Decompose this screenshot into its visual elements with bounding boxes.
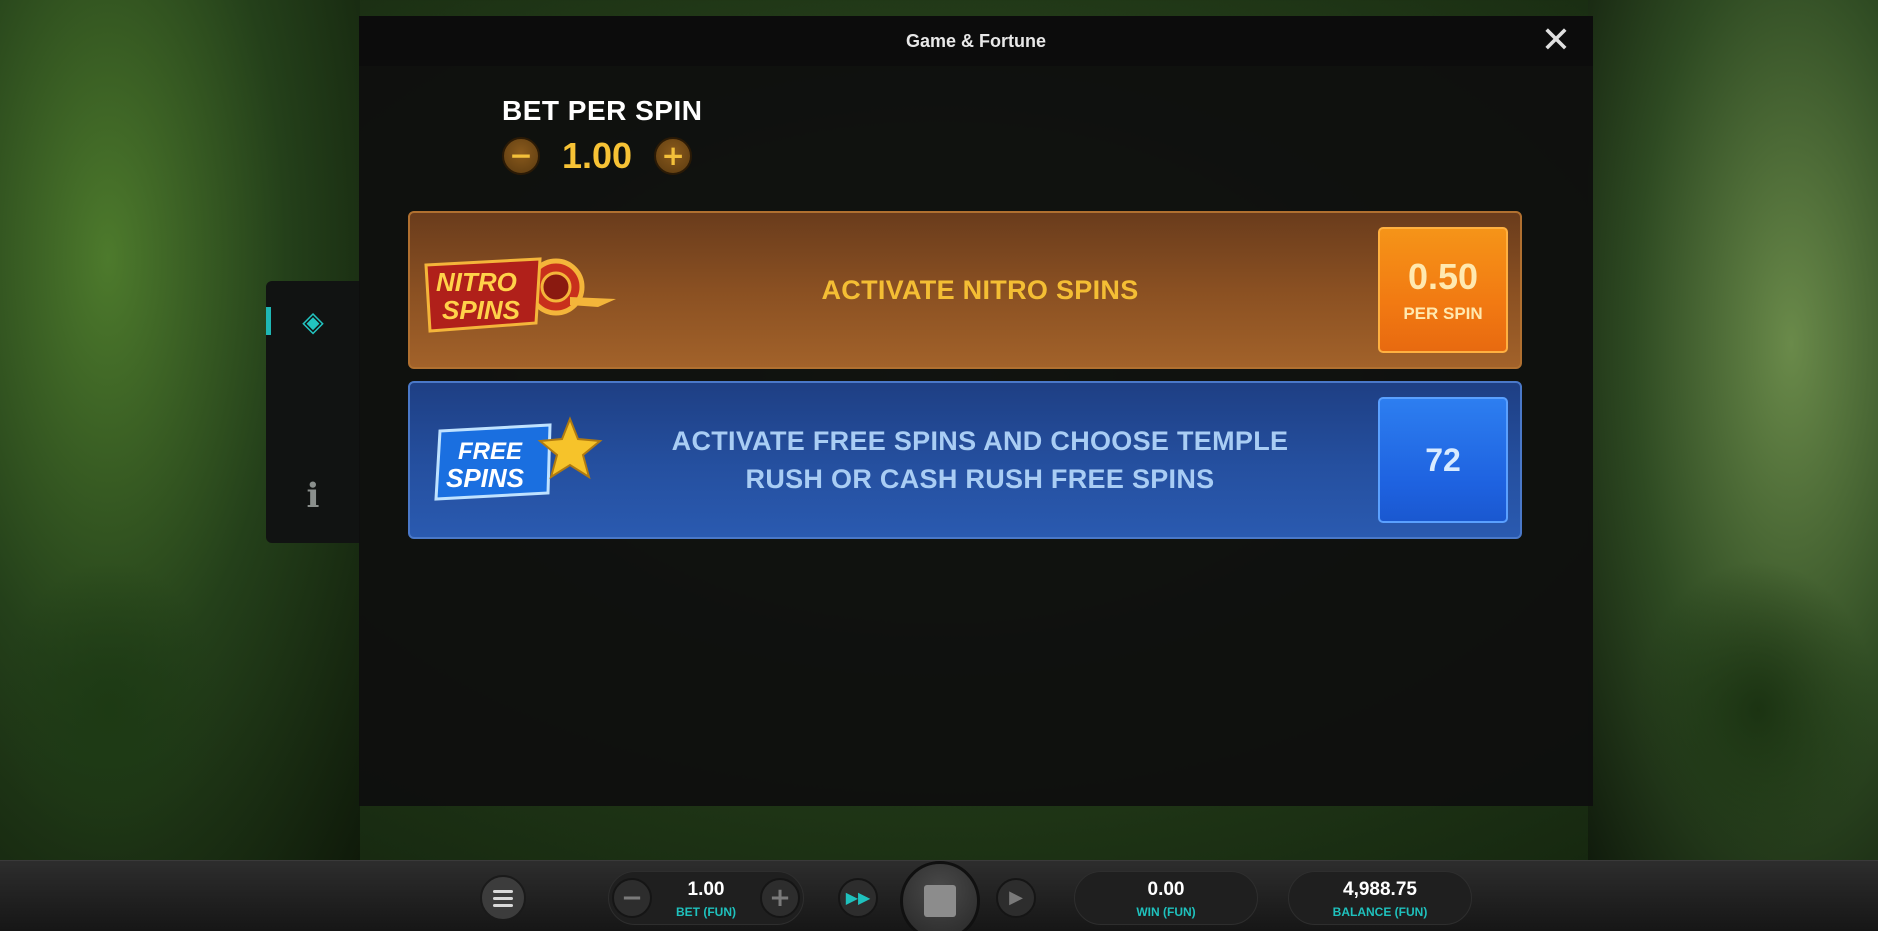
svg-text:SPINS: SPINS	[442, 295, 521, 325]
stop-icon	[924, 885, 956, 917]
svg-text:NITRO: NITRO	[436, 267, 517, 297]
svg-text:FREE: FREE	[458, 438, 523, 465]
balance-pill: 4,988.75 BALANCE (FUN)	[1288, 871, 1472, 925]
nitro-spins-logo: NITRO SPINS	[424, 257, 616, 333]
win-value: 0.00	[1147, 879, 1185, 900]
bet-stepper: − 1.00 +	[502, 134, 693, 178]
bet-per-spin-label: BET PER SPIN	[502, 95, 703, 126]
foliage-right	[1638, 560, 1878, 860]
balance-label: BALANCE (FUN)	[1332, 905, 1428, 919]
bottom-bet-decrease-button[interactable]: −	[612, 878, 652, 918]
menu-icon-line	[493, 903, 513, 907]
free-spins-text: ACTIVATE FREE SPINS AND CHOOSE TEMPLE RU…	[671, 426, 1289, 494]
bottom-bet-increase-button[interactable]: +	[760, 878, 800, 918]
modal-header: Game & Fortune ✕	[359, 16, 1593, 66]
menu-icon-line	[493, 896, 513, 900]
foliage-left	[0, 560, 220, 860]
balance-value: 4,988.75	[1343, 879, 1417, 900]
feature-buy-icon: ◈	[302, 304, 324, 338]
menu-icon-line	[493, 889, 513, 893]
info-icon: i	[306, 476, 320, 516]
nitro-spins-text: ACTIVATE NITRO SPINS	[821, 275, 1139, 305]
free-spins-logo: FREE SPINS	[434, 416, 603, 501]
free-spins-price: 72	[1425, 441, 1461, 478]
nitro-spins-option[interactable]: NITRO SPINS ACTIVATE NITRO SPINS 0.50 PE…	[408, 211, 1522, 369]
win-pill: 0.00 WIN (FUN)	[1074, 871, 1258, 925]
bet-decrease-button[interactable]: −	[502, 137, 540, 175]
side-panel: ◈ i	[266, 281, 360, 543]
win-label: WIN (FUN)	[1136, 905, 1196, 919]
tab-feature-buy[interactable]: ◈	[266, 281, 360, 361]
free-spins-option[interactable]: FREE SPINS ACTIVATE FREE SPINS AND CHOOS…	[408, 381, 1522, 539]
spin-stop-button[interactable]	[900, 861, 980, 931]
nitro-spins-price-unit: PER SPIN	[1403, 304, 1483, 323]
nitro-spins-price-button[interactable]: 0.50 PER SPIN	[1378, 227, 1508, 353]
close-icon[interactable]: ✕	[1539, 23, 1573, 59]
bet-value: 1.00	[562, 135, 633, 176]
bottom-control-bar: 1.00 BET (FUN) − + ▶▶ ▶ 0.00 WIN (FUN) 4…	[0, 860, 1878, 931]
feature-buy-modal: Game & Fortune ✕ BET PER SPIN − 1.00 + N…	[359, 16, 1593, 806]
autoplay-button[interactable]: ▶	[996, 878, 1036, 918]
turbo-spin-button[interactable]: ▶▶	[838, 878, 878, 918]
svg-text:SPINS: SPINS	[446, 463, 525, 493]
free-spins-price-button[interactable]: 72	[1378, 397, 1508, 523]
tab-info[interactable]: i	[266, 456, 360, 536]
modal-title: Game & Fortune	[905, 30, 1047, 51]
bet-increase-button[interactable]: +	[654, 137, 693, 175]
nitro-spins-price: 0.50	[1407, 256, 1479, 297]
menu-button[interactable]	[480, 875, 526, 921]
